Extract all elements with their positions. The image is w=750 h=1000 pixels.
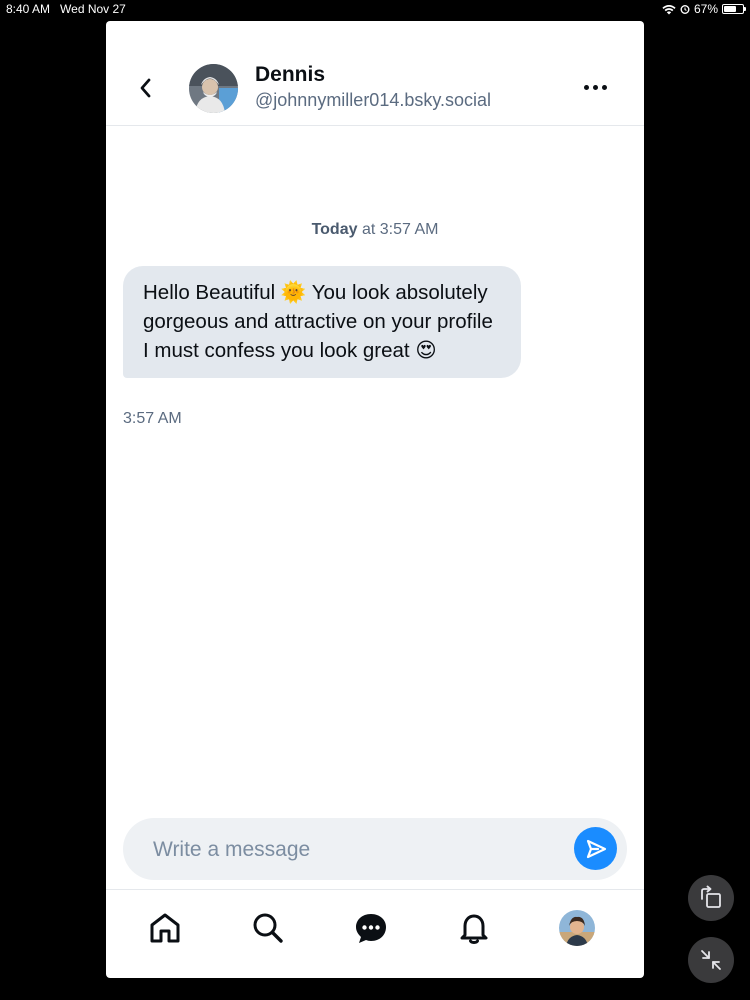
status-date: Wed Nov 27 — [60, 2, 126, 16]
tab-chat[interactable] — [351, 908, 391, 948]
profile-avatar-image — [559, 910, 595, 946]
battery-percent: 67% — [693, 2, 718, 16]
home-icon — [150, 913, 180, 943]
chat-window: Dennis @johnnymiller014.bsky.social Toda… — [106, 21, 644, 978]
chat-header: Dennis @johnnymiller014.bsky.social — [106, 21, 644, 126]
message-composer — [123, 818, 627, 880]
chat-icon — [356, 914, 386, 943]
more-dot-icon — [583, 84, 589, 90]
contact-name: Dennis — [255, 63, 326, 86]
tab-search[interactable] — [248, 908, 288, 948]
rotate-button[interactable] — [688, 875, 734, 921]
chevron-left-icon — [140, 78, 151, 98]
date-separator-day: Today — [311, 221, 358, 238]
date-separator-time: at 3:57 AM — [357, 221, 439, 238]
message-timestamp: 3:57 AM — [123, 410, 182, 427]
status-bar: 8:40 AM Wed Nov 27 67% — [0, 0, 750, 20]
message-bubble[interactable]: Hello Beautiful 🌞 You look absolutely go… — [123, 266, 521, 378]
avatar[interactable] — [189, 64, 238, 113]
avatar-image — [189, 64, 238, 113]
alarm-icon — [680, 5, 690, 14]
tab-home[interactable] — [145, 908, 185, 948]
status-time: 8:40 AM — [6, 2, 51, 16]
bottom-tab-bar — [106, 889, 644, 978]
minimize-icon — [701, 950, 721, 970]
battery-fill — [724, 6, 737, 12]
wifi-icon — [662, 4, 676, 14]
search-icon — [253, 913, 283, 943]
battery-icon — [722, 4, 746, 14]
tab-notifications[interactable] — [454, 908, 494, 948]
send-icon — [586, 839, 606, 858]
rotate-icon — [701, 885, 721, 908]
date-separator: Today at 3:57 AM — [106, 221, 644, 239]
contact-handle: @johnnymiller014.bsky.social — [255, 90, 492, 110]
back-button[interactable] — [134, 75, 156, 101]
message-input[interactable] — [151, 832, 565, 868]
send-button[interactable] — [574, 827, 617, 870]
more-dot-icon — [592, 84, 598, 90]
more-options-button[interactable] — [582, 77, 608, 97]
bell-icon — [460, 914, 488, 944]
profile-avatar — [559, 910, 595, 946]
minimize-button[interactable] — [688, 937, 734, 983]
tab-profile[interactable] — [557, 908, 597, 948]
more-dot-icon — [601, 84, 607, 90]
